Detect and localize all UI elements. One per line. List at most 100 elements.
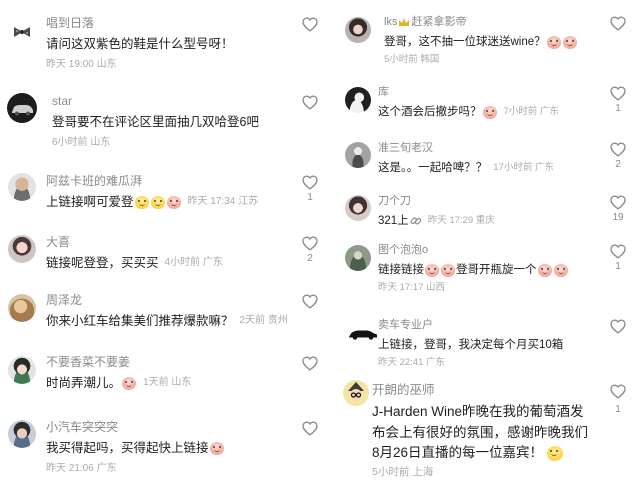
comment-text-row: 321上 昨天 17:29 重庆 <box>378 212 495 230</box>
like-button[interactable] <box>610 244 626 259</box>
comment-meta: 17小时前 广东 <box>493 162 554 173</box>
username-prefix: lks <box>384 16 398 28</box>
like-button[interactable] <box>302 294 318 309</box>
comment-text: 登哥要不在评论区里面抽几双哈登6吧 <box>52 115 259 129</box>
comment-list-left: 唱到日落 请问这双紫色的鞋是什么型号呀！ 昨天 19:00 山东 star 登哥… <box>0 0 322 501</box>
comment-text: 时尚弄潮儿。 <box>46 376 122 390</box>
like-button[interactable] <box>610 16 626 31</box>
user-avatar[interactable] <box>345 142 371 168</box>
comment-text-line: J-Harden Wine昨晚在我的葡萄酒发 <box>372 404 584 419</box>
comment-text: 这是。。一起哈啤？？ <box>378 162 488 174</box>
user-avatar[interactable] <box>345 87 371 113</box>
user-avatar[interactable] <box>348 328 378 340</box>
user-avatar[interactable] <box>345 195 371 221</box>
user-avatar[interactable] <box>345 245 371 271</box>
comment-username[interactable]: 阿兹卡班的难瓜湃 <box>46 173 142 189</box>
user-avatar[interactable] <box>8 235 36 263</box>
comment-text-row: 登哥，这不抽一位球迷送wine？ <box>384 33 578 51</box>
comment-text: 请问这双紫色的鞋是什么型号呀！ <box>46 37 234 51</box>
heart-icon <box>302 421 318 436</box>
user-avatar[interactable] <box>8 173 36 201</box>
heart-icon <box>610 195 626 210</box>
user-avatar[interactable] <box>8 294 36 322</box>
comment-text-row: 登哥要不在评论区里面抽几双哈登6吧 <box>52 113 259 131</box>
comment-item[interactable]: 开朗的巫师 J-Harden Wine昨晚在我的葡萄酒发 布会上有很好的氛围，感… <box>330 380 640 482</box>
like-button[interactable] <box>302 421 318 436</box>
user-avatar[interactable] <box>8 420 36 448</box>
user-avatar[interactable] <box>7 93 37 123</box>
comment-item[interactable]: lks 赶紧拿影帝 登哥，这不抽一位球迷送wine？ 5小时前 韩国 <box>330 14 640 74</box>
comment-text-row: 这是。。一起哈啤？？ 17小时前 广东 <box>378 159 554 177</box>
comment-username[interactable]: 刀个刀 <box>378 193 411 209</box>
comment-username[interactable]: 唱到日落 <box>46 15 94 31</box>
comment-meta: 昨天 21:06 广东 <box>46 463 117 474</box>
heart-icon <box>302 175 318 190</box>
pig-face-emoji-icon <box>166 195 181 209</box>
heart-icon <box>610 86 626 101</box>
comment-item[interactable]: 图个泡泡o 链接链接 登哥开瓶旋一个 昨天 17:17 山西 1 <box>330 242 640 302</box>
comment-username[interactable]: 开朗的巫师 <box>372 382 435 398</box>
car-avatar-image <box>349 330 377 340</box>
comment-text: 登哥，这不抽一位球迷送wine？ <box>384 36 546 48</box>
comment-item[interactable]: 不要香菜不要姜 时尚弄潮儿。 1天前 山东 <box>0 354 322 414</box>
pig-face-emoji-icon <box>537 263 552 277</box>
comment-item[interactable]: 大喜 链接呢登登，买买买 4小时前 广东 2 <box>0 234 322 294</box>
user-avatar[interactable] <box>345 17 371 43</box>
comment-item[interactable]: 库 这个酒会后撤步吗？ 7小时前 广东 1 <box>330 84 640 144</box>
like-button[interactable] <box>302 175 318 190</box>
comment-item[interactable]: 阿兹卡班的难瓜湃 上链接啊可爱登 昨天 17:34 江苏 1 <box>0 173 322 233</box>
like-button[interactable] <box>610 384 626 399</box>
like-count: 19 <box>612 212 624 223</box>
comment-item[interactable]: 小汽车突突突 我买得起吗，买得起快上链接 昨天 21:06 广东 <box>0 419 322 479</box>
pig-face-emoji-icon <box>562 35 577 49</box>
comment-username[interactable]: 大喜 <box>46 234 70 250</box>
comment-username[interactable]: lks 赶紧拿影帝 <box>384 14 466 30</box>
pig-face-emoji-icon <box>546 35 561 49</box>
like-button[interactable] <box>302 95 318 110</box>
pig-face-emoji-icon <box>482 105 497 119</box>
like-button[interactable] <box>302 236 318 251</box>
comment-meta: 7小时前 广东 <box>503 106 559 117</box>
comment-item[interactable]: 周泽龙 你来小红车给集美们推荐爆款嘛？ 2天前 贵州 <box>0 292 322 352</box>
like-button[interactable] <box>610 319 626 334</box>
heart-icon <box>302 356 318 371</box>
comment-username[interactable]: 库 <box>378 84 389 100</box>
like-button[interactable] <box>302 356 318 371</box>
like-button[interactable] <box>610 195 626 210</box>
pig-face-emoji-icon <box>553 263 568 277</box>
comment-text: 你来小红车给集美们推荐爆款嘛？ <box>46 314 234 328</box>
like-button[interactable] <box>302 17 318 32</box>
heart-icon <box>610 384 626 399</box>
like-button[interactable] <box>610 142 626 157</box>
comment-meta: 昨天 19:00 山东 <box>46 59 117 70</box>
comment-text: 8月26日直播的每一位嘉宾！ <box>372 445 544 460</box>
comment-username[interactable]: 不要香菜不要姜 <box>46 354 130 370</box>
bowtie-icon <box>14 27 30 37</box>
comment-username[interactable]: star <box>52 93 72 109</box>
heart-icon <box>610 142 626 157</box>
comment-text: 上链接啊可爱登 <box>46 195 134 209</box>
comment-username[interactable]: 周泽龙 <box>46 292 82 308</box>
comment-item[interactable]: star 登哥要不在评论区里面抽几双哈登6吧 6小时前 山东 <box>0 93 322 153</box>
pig-face-emoji-icon <box>441 263 455 277</box>
user-avatar[interactable] <box>343 380 369 406</box>
like-count: 1 <box>615 103 621 114</box>
comment-text-row: 上链接啊可爱登 昨天 17:34 江苏 <box>46 193 258 211</box>
comment-username[interactable]: 小汽车突突突 <box>46 419 118 435</box>
pig-face-emoji-icon <box>122 376 137 390</box>
comment-item[interactable]: 唱到日落 请问这双紫色的鞋是什么型号呀！ 昨天 19:00 山东 <box>0 15 322 75</box>
link-icon <box>410 217 421 225</box>
smile-emoji-icon <box>150 195 165 209</box>
like-button[interactable] <box>610 86 626 101</box>
comment-meta: 2天前 贵州 <box>239 315 288 326</box>
user-avatar[interactable] <box>8 356 36 384</box>
comment-username[interactable]: 卖车专业户 <box>378 317 433 333</box>
comment-username[interactable]: 图个泡泡o <box>378 242 428 258</box>
comment-item[interactable]: 卖车专业户 上链接，登哥，我决定每个月买10箱 昨天 22:41 广东 <box>330 317 640 377</box>
comment-item[interactable]: 准三旬老汉 这是。。一起哈啤？？ 17小时前 广东 2 <box>330 140 640 200</box>
user-avatar[interactable] <box>14 27 30 37</box>
comment-username[interactable]: 准三旬老汉 <box>378 140 433 156</box>
like-count: 2 <box>615 159 621 170</box>
like-count: 2 <box>307 253 313 264</box>
comment-text-row: 上链接，登哥，我决定每个月买10箱 <box>378 336 563 354</box>
